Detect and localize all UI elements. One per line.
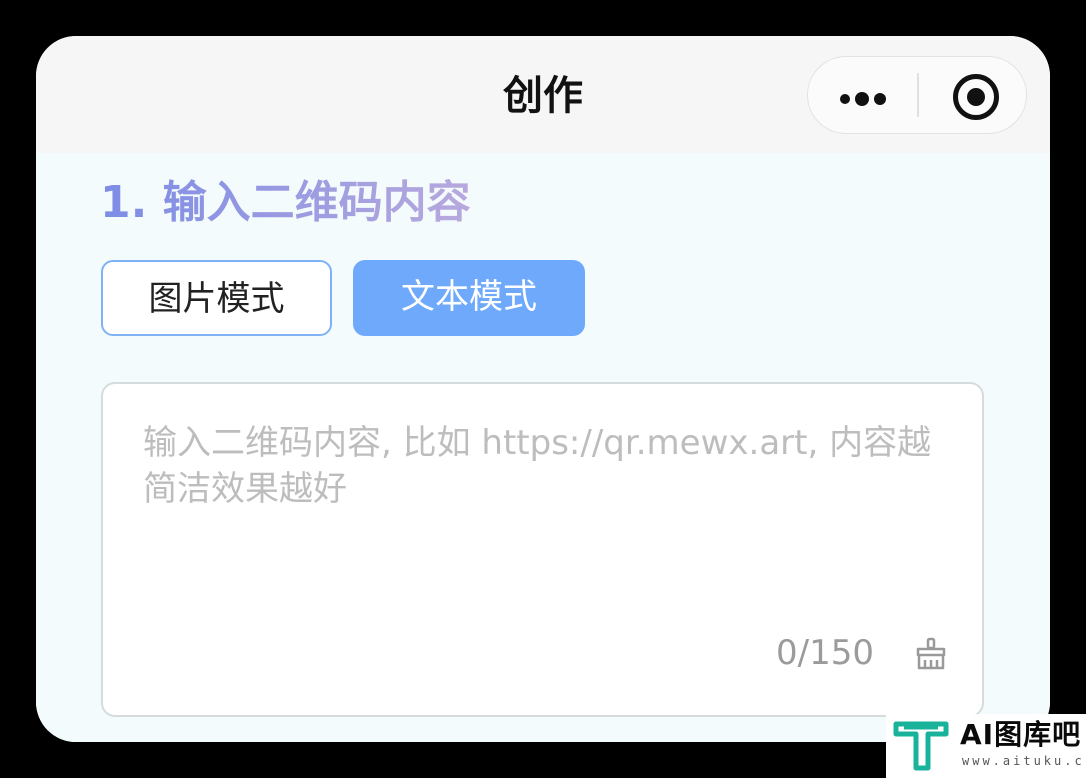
watermark-brand: AI图库吧 xyxy=(960,718,1082,751)
capsule-menu xyxy=(807,56,1027,134)
navigation-bar: 创作 xyxy=(36,36,1050,153)
watermark-domain: www.aituku.cc xyxy=(962,754,1086,768)
capsule-divider xyxy=(917,73,919,117)
textarea-placeholder: 输入二维码内容, 比如 https://qr.mewx.art, 内容越简洁效果… xyxy=(143,423,932,509)
more-dots-icon[interactable] xyxy=(840,92,890,106)
section-title: 1. 输入二维码内容 xyxy=(100,175,471,231)
main-content: 1. 输入二维码内容 图片模式 文本模式 输入二维码内容, 比如 https:/… xyxy=(36,153,1050,742)
text-mode-button[interactable]: 文本模式 xyxy=(353,260,585,336)
target-circle-icon[interactable] xyxy=(953,74,999,120)
mini-program-window: 创作 1. 输入二维码内容 图片模式 文本模式 输入二维码内容, 比如 http… xyxy=(36,36,1050,742)
broom-icon[interactable] xyxy=(914,637,948,671)
watermark: AI图库吧 www.aituku.cc xyxy=(886,714,1086,778)
char-counter: 0/150 xyxy=(776,633,874,673)
aituku-logo-icon xyxy=(893,721,949,771)
qr-content-textarea[interactable]: 输入二维码内容, 比如 https://qr.mewx.art, 内容越简洁效果… xyxy=(101,382,984,717)
image-mode-button[interactable]: 图片模式 xyxy=(101,260,332,336)
